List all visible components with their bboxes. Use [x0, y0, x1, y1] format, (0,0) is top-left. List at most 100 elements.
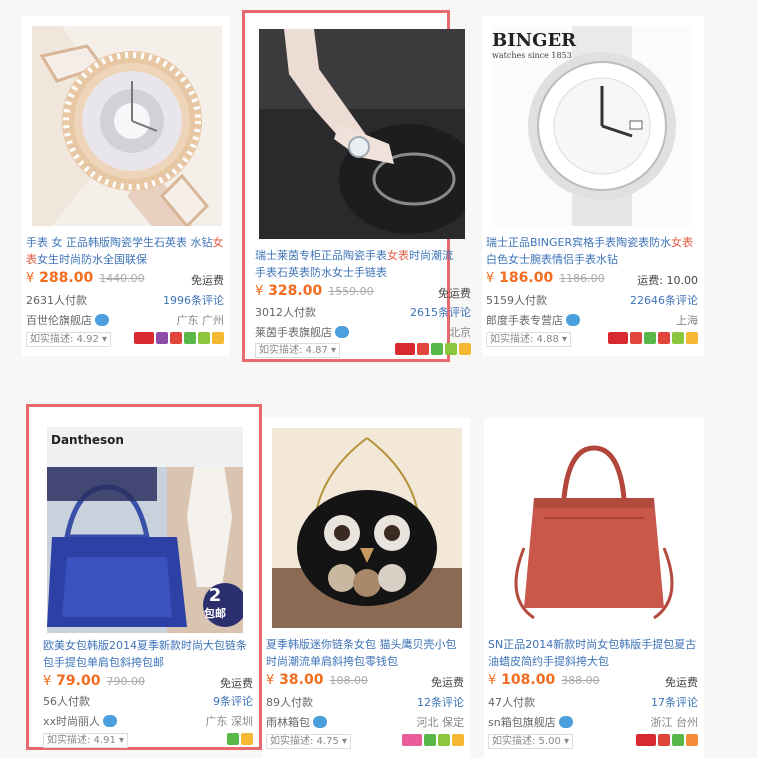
paid-count: 56人付款	[43, 695, 90, 708]
credit-card-icon[interactable]	[198, 332, 210, 344]
product-card[interactable]: 手表 女 正品韩版陶瓷学生石英表 水钻女表女生时尚防水全国联保 ¥ 288.00…	[22, 16, 230, 356]
review-count-link[interactable]: 22646条评论	[630, 292, 698, 308]
wangwang-chat-icon[interactable]	[95, 314, 109, 326]
description-rating-dropdown[interactable]: 如实描述: 4.75 ▾	[266, 734, 352, 749]
service-badges	[634, 734, 698, 748]
product-image[interactable]: Dantheson 2 包邮	[47, 427, 243, 633]
product-card[interactable]: SN正品2014新款时尚女包韩版手提包夏古油蜡皮简约手提斜挎大包 ¥ 108.0…	[484, 418, 704, 758]
coupon-icon[interactable]	[241, 733, 253, 745]
shop-row: sn箱包旗舰店 浙江 台州	[488, 714, 698, 730]
location: 浙江 台州	[650, 716, 699, 729]
seven-day-return-icon[interactable]	[227, 733, 239, 745]
product-card-highlighted[interactable]: Dantheson 2 包邮 欧美女包韩版2014夏季新款时尚大包链条包手提包单肩…	[26, 404, 262, 750]
sales-row: 2631人付款 1996条评论	[26, 292, 224, 308]
service-icon[interactable]	[156, 332, 168, 344]
location: 上海	[676, 314, 698, 327]
seven-day-return-icon[interactable]	[431, 343, 443, 355]
product-image[interactable]: BINGER watches since 1853	[492, 26, 692, 226]
seven-day-return-icon[interactable]	[424, 734, 436, 746]
price-row: ¥ 38.00 108.00 免运费	[266, 672, 464, 690]
coupon-icon[interactable]	[452, 734, 464, 746]
wangwang-chat-icon[interactable]	[103, 715, 118, 727]
tmall-badge-icon[interactable]	[395, 343, 415, 355]
coupon-icon[interactable]	[212, 332, 224, 344]
wangwang-chat-icon[interactable]	[335, 326, 349, 338]
description-rating-dropdown[interactable]: 如实描述: 4.91 ▾	[43, 733, 129, 748]
review-count-link[interactable]: 1996条评论	[163, 292, 224, 308]
product-title[interactable]: 欧美女包韩版2014夏季新款时尚大包链条包手提包单肩包斜挎包邮	[43, 637, 255, 671]
original-price: 108.00	[329, 674, 368, 687]
product-image[interactable]	[259, 29, 465, 239]
paid-count: 5159人付款	[486, 294, 547, 307]
description-rating-dropdown[interactable]: 如实描述: 4.92 ▾	[26, 332, 112, 347]
service-icon[interactable]	[658, 332, 670, 344]
product-title[interactable]: SN正品2014新款时尚女包韩版手提包夏古油蜡皮简约手提斜挎大包	[488, 636, 700, 670]
wangwang-chat-icon[interactable]	[558, 716, 573, 728]
product-card-highlighted[interactable]: 瑞士莱茵专柜正品陶瓷手表女表时尚潮流手表石英表防水女士手链表 ¥ 328.00 1…	[242, 10, 471, 362]
product-title[interactable]: 瑞士正品BINGER宾格手表陶瓷表防水女表白色女士腕表情侣手表水钻	[486, 234, 700, 268]
tmall-badge-icon[interactable]	[636, 734, 656, 746]
shop-name-link[interactable]: xx时尚丽人	[43, 715, 100, 728]
credit-card-icon[interactable]	[672, 332, 684, 344]
price-row: ¥ 108.00 388.00 免运费	[488, 672, 698, 690]
description-rating-dropdown[interactable]: 如实描述: 4.87 ▾	[255, 343, 341, 358]
shop-name-link[interactable]: 百世伦旗舰店	[26, 314, 92, 327]
product-title[interactable]: 手表 女 正品韩版陶瓷学生石英表 水钻女表女生时尚防水全国联保	[26, 234, 226, 268]
coupon-icon[interactable]	[459, 343, 471, 355]
paid-count: 47人付款	[488, 696, 535, 709]
service-badges	[393, 343, 471, 357]
coupon-icon[interactable]	[686, 332, 698, 344]
product-card[interactable]: BINGER watches since 1853 瑞士正品BINGER宾格手表…	[482, 16, 704, 356]
credit-card-icon[interactable]	[445, 343, 457, 355]
shop-row: xx时尚丽人 广东 深圳	[43, 713, 253, 729]
promotion-badge-icon[interactable]	[402, 734, 422, 746]
coupon-icon[interactable]	[686, 734, 698, 746]
location: 广东 深圳	[205, 715, 254, 728]
product-title[interactable]: 夏季韩版迷你链条女包 猫头鹰贝壳小包 时尚潮流单肩斜挎包零钱包	[266, 636, 466, 670]
product-image[interactable]	[272, 428, 462, 628]
shop-name-link[interactable]: sn箱包旗舰店	[488, 716, 556, 729]
tmall-badge-icon[interactable]	[608, 332, 628, 344]
description-rating-dropdown[interactable]: 如实描述: 4.88 ▾	[486, 332, 572, 347]
original-price: 388.00	[561, 674, 600, 687]
product-title[interactable]: 瑞士莱茵专柜正品陶瓷手表女表时尚潮流手表石英表防水女士手链表	[255, 247, 455, 281]
shop-row: 百世伦旗舰店 广东 广州	[26, 312, 224, 328]
shop-name-link[interactable]: 雨林箱包	[266, 716, 310, 729]
rating-row: 如实描述: 5.00 ▾	[488, 734, 698, 750]
shipping-info: 免运费	[191, 274, 224, 287]
review-count-link[interactable]: 9条评论	[213, 693, 253, 709]
credit-card-icon[interactable]	[438, 734, 450, 746]
gift-icon[interactable]	[658, 734, 670, 746]
price: ¥ 79.00	[43, 673, 101, 689]
review-count-link[interactable]: 17条评论	[651, 694, 698, 710]
product-image[interactable]	[32, 26, 222, 226]
wangwang-chat-icon[interactable]	[566, 314, 580, 326]
wangwang-chat-icon[interactable]	[313, 716, 327, 728]
rating-row: 如实描述: 4.75 ▾	[266, 734, 464, 750]
original-price: 1186.00	[559, 272, 605, 285]
product-image[interactable]	[494, 428, 692, 628]
gift-icon[interactable]	[170, 332, 182, 344]
gift-icon[interactable]	[417, 343, 429, 355]
review-count-link[interactable]: 2615条评论	[410, 304, 471, 320]
seven-day-return-icon[interactable]	[184, 332, 196, 344]
price-row: ¥ 186.00 1186.00 运费: 10.00	[486, 270, 698, 288]
price-row: ¥ 288.00 1440.00 免运费	[26, 270, 224, 288]
seven-day-return-icon[interactable]	[672, 734, 684, 746]
shop-name-link[interactable]: 郎度手表专营店	[486, 314, 563, 327]
seven-day-return-icon[interactable]	[644, 332, 656, 344]
tmall-badge-icon[interactable]	[134, 332, 154, 344]
review-count-link[interactable]: 12条评论	[417, 694, 464, 710]
product-card[interactable]: 夏季韩版迷你链条女包 猫头鹰贝壳小包 时尚潮流单肩斜挎包零钱包 ¥ 38.00 1…	[262, 418, 470, 758]
location: 河北 保定	[416, 716, 465, 729]
rating-row: 如实描述: 4.88 ▾	[486, 332, 698, 348]
shop-name-link[interactable]: 莱茵手表旗舰店	[255, 326, 332, 339]
rating-row: 如实描述: 4.87 ▾	[255, 343, 471, 359]
description-rating-dropdown[interactable]: 如实描述: 5.00 ▾	[488, 734, 574, 749]
gift-icon[interactable]	[630, 332, 642, 344]
brand-logo: Dantheson	[51, 433, 124, 447]
sales-row: 89人付款 12条评论	[266, 694, 464, 710]
price: ¥ 38.00	[266, 672, 324, 688]
location: 北京	[449, 326, 471, 339]
paid-count: 3012人付款	[255, 306, 316, 319]
